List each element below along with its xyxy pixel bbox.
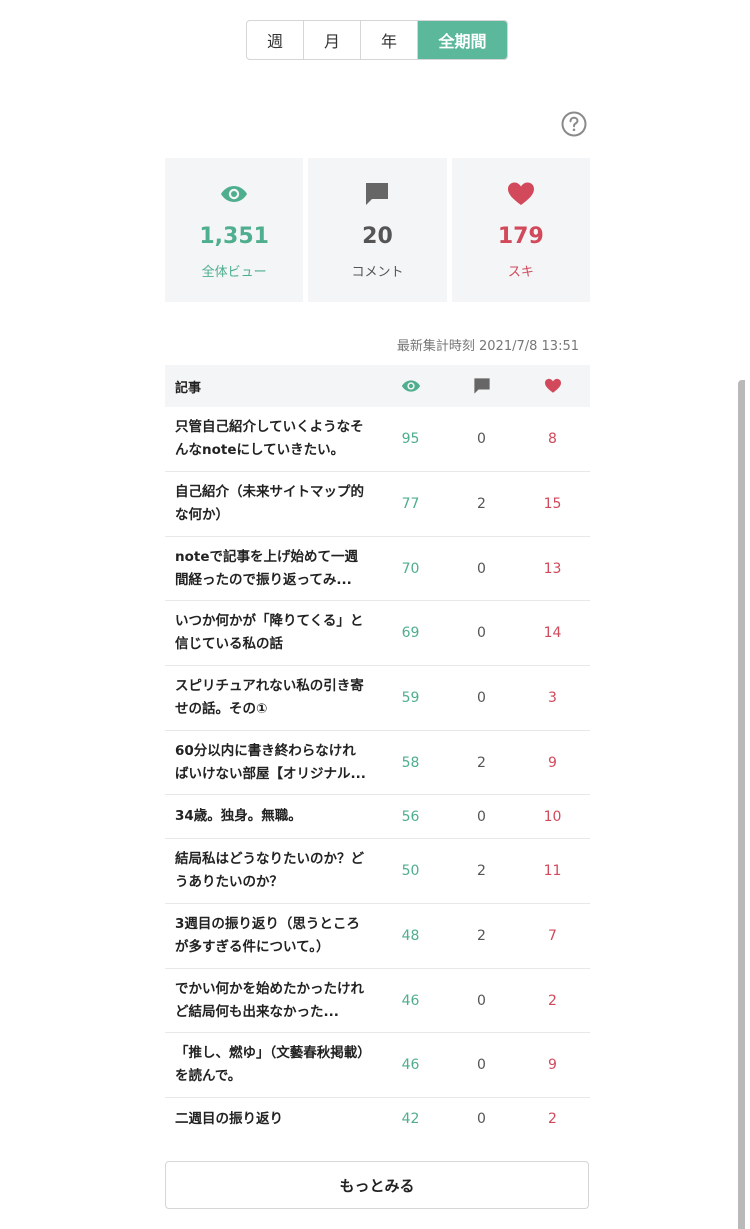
like-count: 3 xyxy=(548,690,557,706)
article-stats-table: 記事 只管自己紹介していくようなそんなnoteにしていきたい。 95 0 8 自… xyxy=(165,365,590,1140)
like-count: 9 xyxy=(548,754,557,771)
table-row[interactable]: スピリチュアれない私の引き寄せの話。その① 59 0 3 xyxy=(165,666,590,731)
view-count: 59 xyxy=(401,690,420,706)
article-title[interactable]: 「推し、燃ゆ」（文藝春秋掲載）を読んで。 xyxy=(165,1042,375,1088)
comments-card: 20 コメント xyxy=(308,158,447,302)
article-title[interactable]: 自己紹介（未来サイトマップ的な何か） xyxy=(165,481,375,527)
view-count: 58 xyxy=(401,754,420,771)
table-row[interactable]: 只管自己紹介していくようなそんなnoteにしていきたい。 95 0 8 xyxy=(165,407,590,472)
article-title[interactable]: 34歳。独身。無職。 xyxy=(165,805,375,828)
comment-count: 2 xyxy=(477,928,486,944)
period-tabs: 週 月 年 全期間 xyxy=(246,20,508,60)
comment-count: 2 xyxy=(477,754,486,771)
tab-month[interactable]: 月 xyxy=(304,21,361,59)
view-count: 50 xyxy=(401,863,420,879)
view-count: 69 xyxy=(401,625,420,641)
like-count: 9 xyxy=(548,1057,557,1073)
like-count: 13 xyxy=(543,560,562,577)
eye-icon xyxy=(220,180,248,208)
comment-count: 0 xyxy=(477,1057,486,1073)
article-title[interactable]: noteで記事を上げ始めて一週間経ったので振り返ってみ... xyxy=(165,546,375,592)
comment-count: 0 xyxy=(477,808,486,825)
view-count: 95 xyxy=(401,431,420,447)
article-title[interactable]: 60分以内に書き終わらなければいけない部屋【オリジナル... xyxy=(165,740,375,786)
table-row[interactable]: 自己紹介（未来サイトマップ的な何か） 77 2 15 xyxy=(165,472,590,537)
scrollbar[interactable] xyxy=(738,380,745,1229)
comment-count: 2 xyxy=(477,496,486,512)
view-count: 77 xyxy=(401,496,420,512)
table-row[interactable]: いつか何かが「降りてくる」と信じている私の話 69 0 14 xyxy=(165,601,590,666)
like-count: 10 xyxy=(543,808,562,825)
article-title[interactable]: いつか何かが「降りてくる」と信じている私の話 xyxy=(165,610,375,656)
tab-all-time[interactable]: 全期間 xyxy=(418,21,507,59)
article-title[interactable]: でかい何かを始めたかったけれど結局何も出来なかった... xyxy=(165,978,375,1024)
table-row[interactable]: 3週目の振り返り（思うところが多すぎる件について。） 48 2 7 xyxy=(165,904,590,969)
table-row[interactable]: でかい何かを始めたかったけれど結局何も出来なかった... 46 0 2 xyxy=(165,969,590,1033)
view-count: 70 xyxy=(401,560,420,577)
article-title[interactable]: 二週目の振り返り xyxy=(165,1108,375,1131)
table-row[interactable]: 二週目の振り返り 42 0 2 xyxy=(165,1098,590,1140)
views-total: 1,351 xyxy=(199,224,269,249)
views-card: 1,351 全体ビュー xyxy=(165,158,304,302)
table-header: 記事 xyxy=(165,365,590,407)
heart-icon xyxy=(507,180,535,208)
comment-count: 2 xyxy=(477,863,486,879)
table-row[interactable]: 「推し、燃ゆ」（文藝春秋掲載）を読んで。 46 0 9 xyxy=(165,1033,590,1098)
comment-count: 0 xyxy=(477,625,486,641)
help-icon[interactable] xyxy=(561,111,587,137)
tab-week[interactable]: 週 xyxy=(247,21,304,59)
likes-card: 179 スキ xyxy=(451,158,590,302)
view-count: 46 xyxy=(401,992,420,1009)
article-title[interactable]: 結局私はどうなりたいのか？どうありたいのか？ xyxy=(165,848,375,894)
like-count: 8 xyxy=(548,431,557,447)
eye-icon xyxy=(375,379,446,393)
article-title[interactable]: 3週目の振り返り（思うところが多すぎる件について。） xyxy=(165,913,375,959)
views-label: 全体ビュー xyxy=(201,265,267,280)
table-row[interactable]: 60分以内に書き終わらなければいけない部屋【オリジナル... 58 2 9 xyxy=(165,731,590,795)
comment-count: 0 xyxy=(477,431,486,447)
heart-icon xyxy=(517,378,588,394)
show-more-button[interactable]: もっとみる xyxy=(165,1161,589,1209)
like-count: 7 xyxy=(548,928,557,944)
table-row[interactable]: noteで記事を上げ始めて一週間経ったので振り返ってみ... 70 0 13 xyxy=(165,537,590,601)
last-updated-text: 最新集計時刻 2021/7/8 13:51 xyxy=(396,339,579,354)
comment-icon xyxy=(364,180,390,208)
likes-label: スキ xyxy=(507,265,534,280)
comment-count: 0 xyxy=(477,560,486,577)
view-count: 42 xyxy=(401,1111,420,1127)
likes-total: 179 xyxy=(497,224,544,249)
like-count: 2 xyxy=(548,992,557,1009)
comments-total: 20 xyxy=(362,224,393,249)
tab-year[interactable]: 年 xyxy=(361,21,418,59)
like-count: 14 xyxy=(543,625,562,641)
view-count: 48 xyxy=(401,928,420,944)
view-count: 56 xyxy=(401,808,420,825)
table-row[interactable]: 結局私はどうなりたいのか？どうありたいのか？ 50 2 11 xyxy=(165,839,590,904)
view-count: 46 xyxy=(401,1057,420,1073)
like-count: 15 xyxy=(543,496,562,512)
summary-stats: 1,351 全体ビュー 20 コメント 179 スキ xyxy=(165,158,590,302)
comments-label: コメント xyxy=(351,265,404,280)
article-title[interactable]: スピリチュアれない私の引き寄せの話。その① xyxy=(165,675,375,721)
like-count: 2 xyxy=(548,1111,557,1127)
header-article: 記事 xyxy=(175,380,202,396)
comment-count: 0 xyxy=(477,1111,486,1127)
comment-count: 0 xyxy=(477,690,486,706)
like-count: 11 xyxy=(543,863,562,879)
comment-icon xyxy=(446,377,517,395)
table-row[interactable]: 34歳。独身。無職。 56 0 10 xyxy=(165,795,590,839)
comment-count: 0 xyxy=(477,992,486,1009)
article-title[interactable]: 只管自己紹介していくようなそんなnoteにしていきたい。 xyxy=(165,416,375,462)
